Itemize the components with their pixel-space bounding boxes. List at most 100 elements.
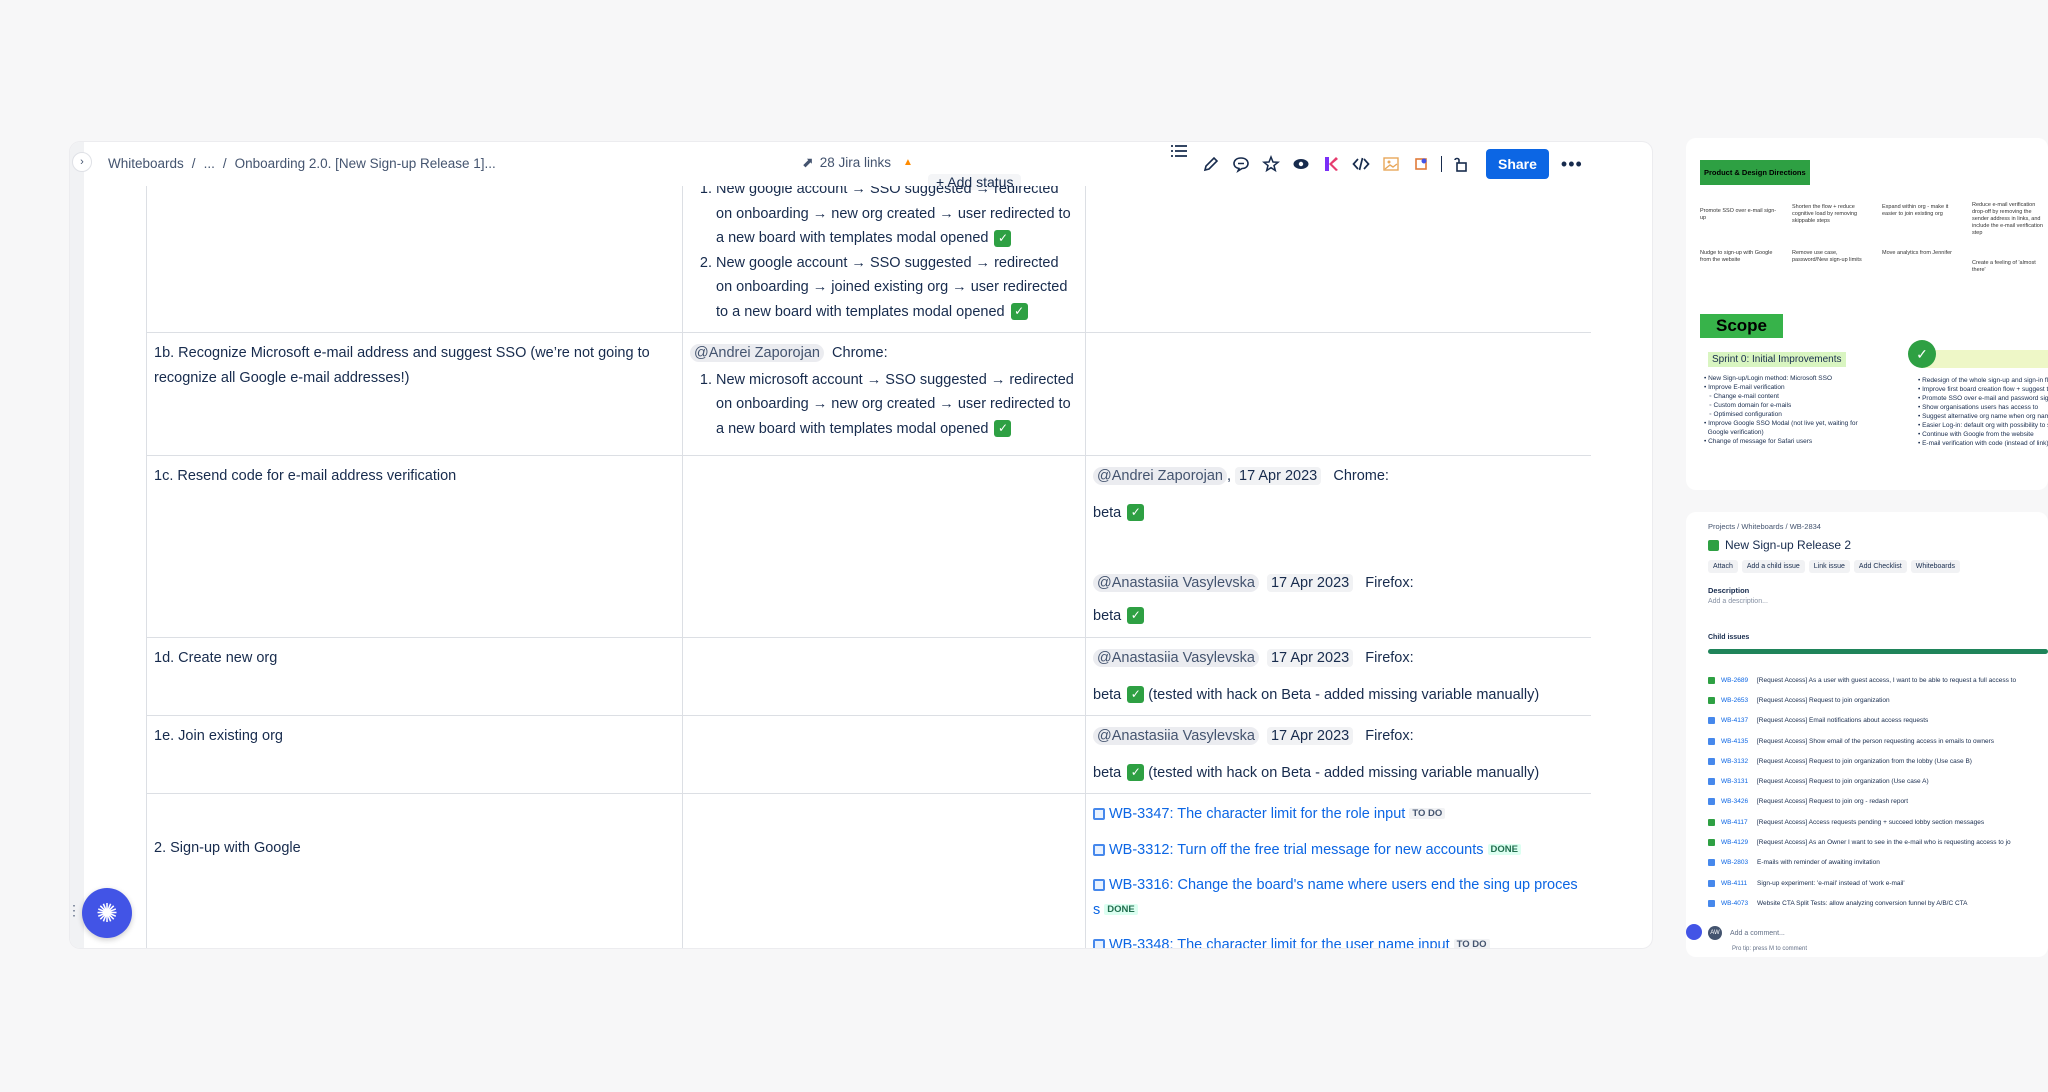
jira-icon: ⬈ xyxy=(802,154,814,170)
jira-issue-link[interactable]: WB-3347: The character limit for the rol… xyxy=(1109,806,1405,822)
table-cell xyxy=(1085,332,1591,456)
check-mark-icon: ✓ xyxy=(1127,764,1145,782)
epic-icon xyxy=(1708,539,1719,551)
breadcrumb-separator: / xyxy=(222,156,227,171)
task-icon xyxy=(1708,737,1715,745)
test-note: (tested with hack on Beta - added missin… xyxy=(1148,686,1540,703)
requirement-text: 1d. Create new org xyxy=(154,650,278,666)
whiteboard-preview[interactable]: Product & Design Directions Promote SSO … xyxy=(1686,138,2048,490)
list-item[interactable]: WB-3426 [Request Access] Request to join … xyxy=(1708,792,2016,812)
jira-issue-link[interactable]: WB-3316: Change the board's name where u… xyxy=(1109,877,1578,893)
jira-issue-link[interactable]: WB-3312: Turn off the free trial message… xyxy=(1109,842,1484,858)
browser-label: Chrome: xyxy=(832,345,888,361)
list-item[interactable]: WB-3131 [Request Access] Request to join … xyxy=(1708,771,2016,791)
assistant-button[interactable]: ✺ xyxy=(82,888,132,938)
child-issues-list: WB-2689 [Request Access] As a user with g… xyxy=(1708,670,2016,914)
image-app-button[interactable] xyxy=(1376,149,1406,179)
table-of-contents-button[interactable] xyxy=(1168,142,1190,162)
jira-issue-link-continuation[interactable]: s xyxy=(1093,902,1100,918)
star-button[interactable] xyxy=(1256,149,1286,179)
breadcrumb-ellipsis[interactable]: ... xyxy=(204,156,215,171)
check-circle-icon: ✓ xyxy=(1908,340,1936,368)
table-cell: 1e. Join existing org xyxy=(146,715,683,794)
jira-links-button[interactable]: ⬈ 28 Jira links ▲ xyxy=(802,154,913,171)
user-mention[interactable]: @Andrei Zaporojan xyxy=(1093,467,1227,485)
embed-button[interactable] xyxy=(1346,149,1376,179)
comment-box[interactable]: AW Add a comment... xyxy=(1708,926,1785,940)
description-field[interactable]: Add a description... xyxy=(1708,598,1768,605)
list-item[interactable]: WB-4117 [Request Access] Access requests … xyxy=(1708,812,2016,832)
pro-tip: Pro tip: press M to comment xyxy=(1732,946,1808,952)
task-icon xyxy=(1708,879,1715,887)
scope-list-right: • Redesign of the whole sign-up and sign… xyxy=(1918,377,2048,447)
list-item: New google account → SSO suggested → red… xyxy=(716,186,1078,251)
sticky-note: Expand within org - make it easier to jo… xyxy=(1882,204,1949,217)
list-item[interactable]: WB-2653 [Request Access] Request to join … xyxy=(1708,690,2016,710)
story-icon xyxy=(1708,696,1715,704)
star-icon xyxy=(1262,155,1280,173)
user-mention[interactable]: @Anastasiia Vasylevska xyxy=(1093,649,1259,667)
test-note: (tested with hack on Beta - added missin… xyxy=(1148,764,1540,781)
list-item[interactable]: WB-2803 E-mails with reminder of awaiting… xyxy=(1708,853,2016,873)
table-row: 1e. Join existing org @Anastasiia Vasyle… xyxy=(146,715,1591,794)
table-row: 1b. Recognize Microsoft e-mail address a… xyxy=(146,332,1591,456)
list-item[interactable]: WB-4137 [Request Access] Email notificati… xyxy=(1708,711,2016,731)
add-child-issue-button[interactable]: Add a child issue xyxy=(1741,560,1805,573)
automation-app-button[interactable] xyxy=(1406,149,1436,179)
user-mention[interactable]: @Anastasiia Vasylevska xyxy=(1093,574,1259,592)
image-icon xyxy=(1383,157,1399,171)
table-cell: @Andrei Zaporojan, 17 Apr 2023 Chrome: b… xyxy=(1085,455,1591,638)
list-item[interactable]: WB-3132 [Request Access] Request to join … xyxy=(1708,751,2016,771)
list-item[interactable]: WB-4129 [Request Access] As an Owner I wa… xyxy=(1708,832,2016,852)
status-badge: DONE xyxy=(1487,843,1521,855)
sparkle-icon: ✺ xyxy=(96,897,118,928)
requirement-text: 1b. Recognize Microsoft e-mail address a… xyxy=(154,345,650,386)
breadcrumb-current-page[interactable]: Onboarding 2.0. [New Sign-up Release 1].… xyxy=(235,156,496,171)
status-badge: TO DO xyxy=(1453,939,1490,948)
sticky-note: Move analytics from Jennifer xyxy=(1882,250,1952,256)
task-icon xyxy=(1708,757,1715,765)
test-steps-list: New microsoft account → SSO suggested → … xyxy=(690,368,1078,442)
list-item[interactable]: WB-4073 Website CTA Split Tests: allow an… xyxy=(1708,893,2016,913)
sprint-label: Sprint 0: Initial Improvements xyxy=(1708,352,1846,367)
sticky-note: Nudge to sign-up with Google from the we… xyxy=(1700,250,1773,263)
whiteboards-button[interactable]: Whiteboards xyxy=(1910,560,1961,573)
jira-issue-preview[interactable]: Projects / Whiteboards / WB-2834 New Sig… xyxy=(1686,512,2048,957)
browser-label: Chrome: xyxy=(1333,468,1389,484)
code-icon xyxy=(1352,157,1370,171)
app-button[interactable] xyxy=(1316,149,1346,179)
more-options-icon[interactable]: ••• xyxy=(1561,154,1583,175)
add-checklist-button[interactable]: Add Checklist xyxy=(1853,560,1907,573)
breadcrumb-whiteboards[interactable]: Whiteboards xyxy=(108,156,184,171)
child-issues-progress xyxy=(1708,649,2048,654)
list-item[interactable]: WB-2689 [Request Access] As a user with g… xyxy=(1708,670,2016,690)
watch-button[interactable] xyxy=(1286,149,1316,179)
table-cell xyxy=(682,793,1086,948)
edit-button[interactable] xyxy=(1196,149,1226,179)
table-cell xyxy=(682,455,1086,638)
comment-icon xyxy=(1233,157,1249,173)
requirement-text: 1c. Resend code for e-mail address verif… xyxy=(154,468,457,484)
share-button[interactable]: Share xyxy=(1486,149,1549,179)
jira-issue-link[interactable]: WB-3348: The character limit for the use… xyxy=(1109,937,1450,948)
table-cell: @Andrei Zaporojan Chrome: New microsoft … xyxy=(682,332,1086,456)
attach-button[interactable]: Attach xyxy=(1708,560,1738,573)
check-mark-icon: ✓ xyxy=(1127,686,1145,704)
table-cell: New google account → SSO suggested → red… xyxy=(682,186,1086,333)
list-item[interactable]: WB-4111 Sign-up experiment: 'e-mail' inst… xyxy=(1708,873,2016,893)
link-issue-button[interactable]: Link issue xyxy=(1808,560,1850,573)
breadcrumb: Whiteboards / ... / Onboarding 2.0. [New… xyxy=(108,156,496,171)
comments-button[interactable] xyxy=(1226,149,1256,179)
issue-breadcrumb: Projects / Whiteboards / WB-2834 xyxy=(1708,522,1821,531)
directions-heading: Product & Design Directions xyxy=(1700,160,1810,185)
list-item: New google account → SSO suggested → red… xyxy=(716,251,1078,325)
jira-issue-icon xyxy=(1093,808,1105,821)
table-cell: 1b. Recognize Microsoft e-mail address a… xyxy=(146,332,683,456)
list-item[interactable]: WB-4135 [Request Access] Show email of th… xyxy=(1708,731,2016,751)
check-mark-icon: ✓ xyxy=(1127,607,1145,625)
eye-icon xyxy=(1293,159,1309,169)
expand-sidebar-button[interactable]: › xyxy=(72,152,92,172)
user-mention[interactable]: @Andrei Zaporojan xyxy=(690,344,824,362)
user-mention[interactable]: @Anastasiia Vasylevska xyxy=(1093,727,1259,745)
restrictions-button[interactable] xyxy=(1446,149,1476,179)
